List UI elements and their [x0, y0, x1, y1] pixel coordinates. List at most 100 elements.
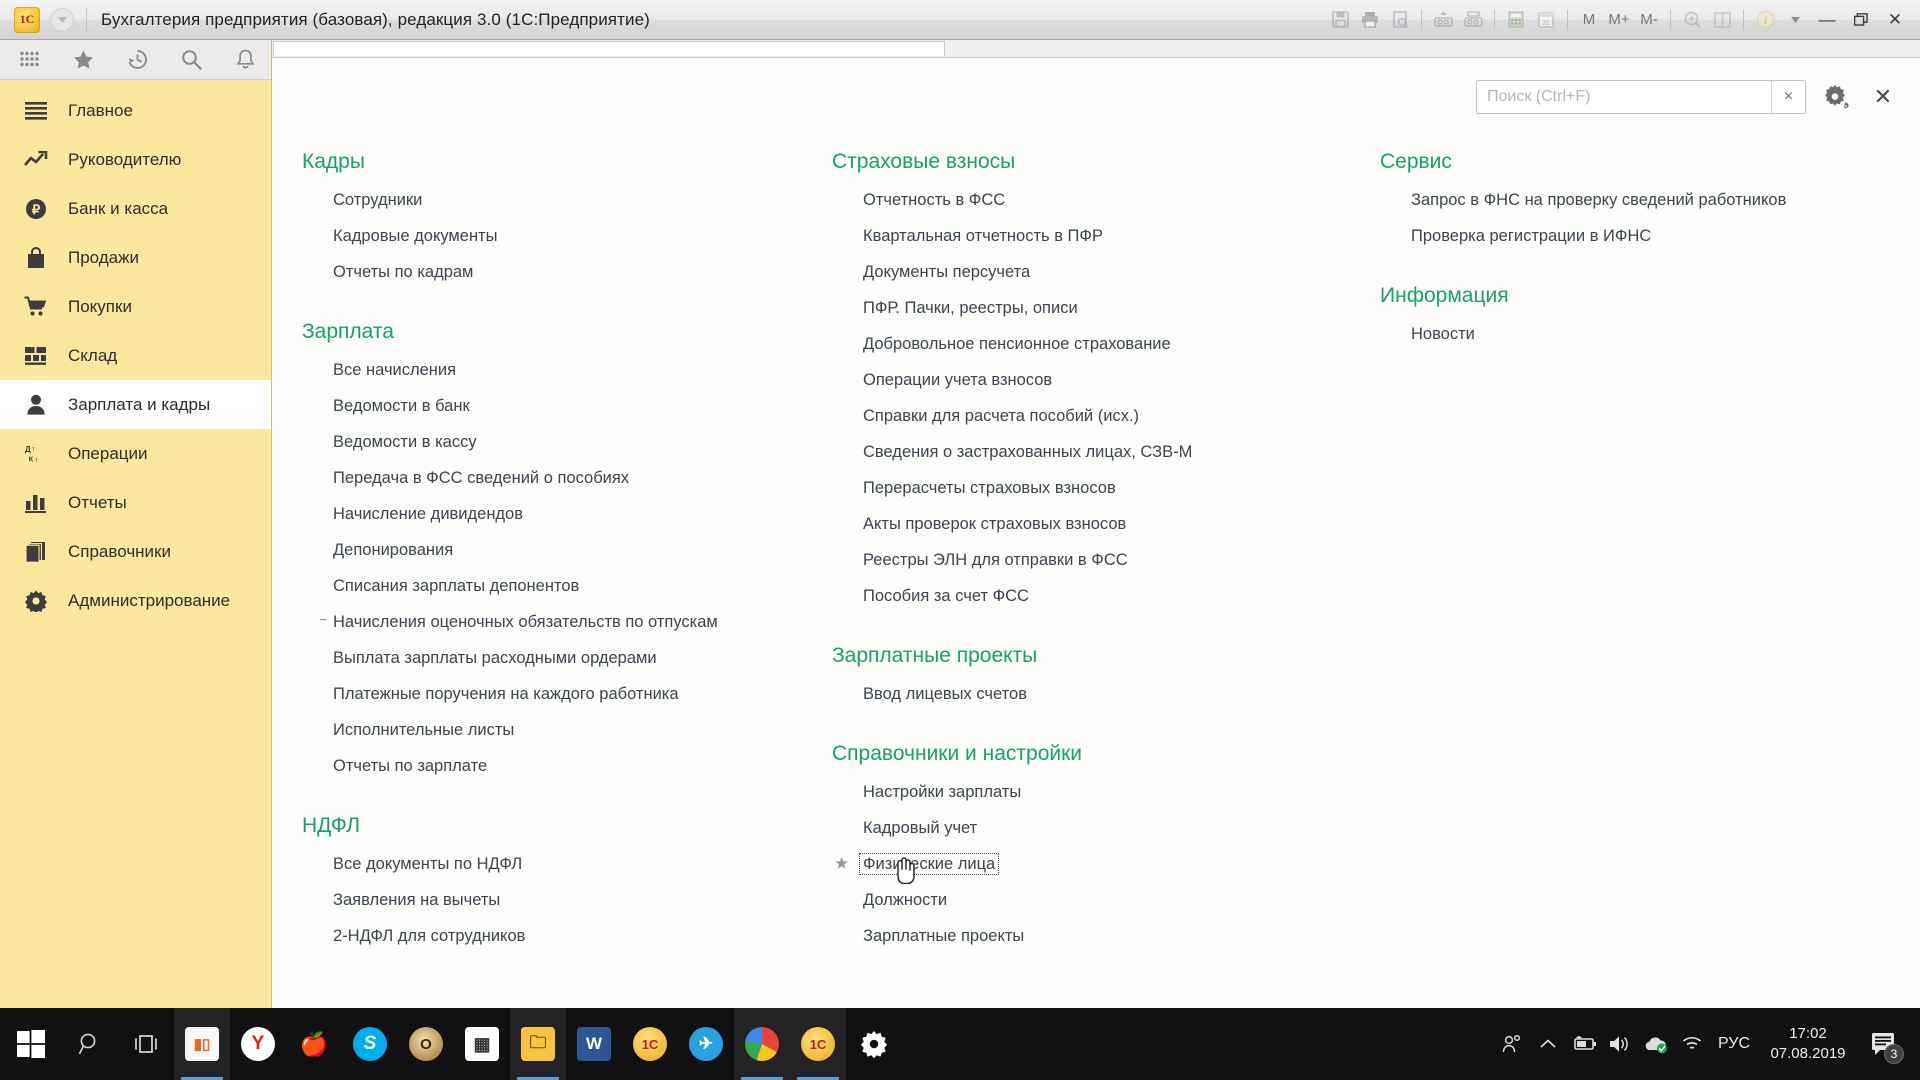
- show-hidden-chevron-icon[interactable]: [1530, 1008, 1566, 1080]
- link-row[interactable]: Настройки зарплаты: [860, 774, 1350, 810]
- link-row[interactable]: Исполнительные листы: [330, 712, 802, 748]
- nav-link[interactable]: Проверка регистрации в ИФНС: [1408, 226, 1654, 247]
- link-out-icon[interactable]: [1458, 5, 1488, 35]
- nav-link[interactable]: Сведения о застрахованных лицах, СЗВ-М: [860, 442, 1195, 463]
- nav-link[interactable]: Депонирования: [330, 540, 456, 561]
- taskbar-search-icon[interactable]: [62, 1008, 118, 1080]
- link-row[interactable]: Ведомости в кассу: [330, 424, 802, 460]
- sidebar-item-zarplata-i-kadry[interactable]: Зарплата и кадры: [0, 380, 271, 429]
- nav-link[interactable]: Отчеты по зарплате: [330, 756, 490, 777]
- link-row[interactable]: Отчеты по кадрам: [330, 254, 802, 290]
- link-row-fizicheskie-lica[interactable]: ★ Физические лица: [834, 846, 1350, 885]
- app-icon-opera[interactable]: O: [398, 1008, 454, 1080]
- favorite-star-icon[interactable]: ★: [834, 854, 849, 874]
- link-row[interactable]: Отчеты по зарплате: [330, 748, 802, 784]
- memory-subtract-button[interactable]: M-: [1634, 5, 1664, 35]
- nav-link[interactable]: Передача в ФСС сведений о пособиях: [330, 468, 632, 489]
- link-row[interactable]: Зарплатные проекты: [860, 918, 1350, 954]
- nav-link[interactable]: Запрос в ФНС на проверку сведений работн…: [1408, 190, 1789, 211]
- split-window-icon[interactable]: [1707, 5, 1737, 35]
- app-icon-yandex[interactable]: Y: [230, 1008, 286, 1080]
- link-row[interactable]: 2-НДФЛ для сотрудников: [330, 918, 802, 954]
- nav-link[interactable]: Кадровые документы: [330, 226, 500, 247]
- people-icon[interactable]: [1494, 1008, 1530, 1080]
- calendar-icon[interactable]: 31: [1531, 5, 1561, 35]
- nav-link[interactable]: Отчеты по кадрам: [330, 262, 476, 283]
- link-row[interactable]: Новости: [1408, 316, 1910, 352]
- link-row[interactable]: Отчетность в ФСС: [860, 182, 1350, 218]
- app-icon-1c-yellow[interactable]: 1С: [622, 1008, 678, 1080]
- search-icon[interactable]: [176, 45, 206, 75]
- nav-link[interactable]: Ведомости в банк: [330, 396, 473, 417]
- zoom-icon[interactable]: [1677, 5, 1707, 35]
- link-row[interactable]: Выплата зарплаты расходными ордерами: [330, 640, 802, 676]
- nav-link[interactable]: 2-НДФЛ для сотрудников: [330, 926, 528, 947]
- info-icon[interactable]: i: [1750, 5, 1780, 35]
- windows-start-icon[interactable]: [0, 1008, 62, 1080]
- nav-link[interactable]: Операции учета взносов: [860, 370, 1055, 391]
- nav-link[interactable]: Новости: [1408, 324, 1478, 345]
- sidebar-item-pokupki[interactable]: Покупки: [0, 282, 271, 331]
- clock[interactable]: 17:02 07.08.2019: [1758, 1008, 1858, 1080]
- print-icon[interactable]: [1355, 5, 1385, 35]
- nav-link[interactable]: Ввод лицевых счетов: [860, 684, 1030, 705]
- nav-link[interactable]: Физические лица: [858, 852, 1000, 876]
- link-row[interactable]: Ввод лицевых счетов: [860, 676, 1350, 712]
- wifi-icon[interactable]: [1674, 1008, 1710, 1080]
- sidebar-item-bank-i-kassa[interactable]: ₽ Банк и касса: [0, 184, 271, 233]
- nav-link[interactable]: Реестры ЭЛН для отправки в ФСС: [860, 550, 1131, 571]
- nav-link[interactable]: Сотрудники: [330, 190, 425, 211]
- nav-link[interactable]: Списания зарплаты депонентов: [330, 576, 582, 597]
- link-row[interactable]: Должности: [860, 882, 1350, 918]
- nav-link[interactable]: Документы персучета: [860, 262, 1033, 283]
- app-icon-calculator[interactable]: ▦: [454, 1008, 510, 1080]
- search-clear-button[interactable]: ×: [1771, 81, 1805, 113]
- onedrive-icon[interactable]: [1638, 1008, 1674, 1080]
- link-row[interactable]: Списания зарплаты депонентов: [330, 568, 802, 604]
- link-row[interactable]: Перерасчеты страховых взносов: [860, 470, 1350, 506]
- app-icon-telegram[interactable]: ✈: [678, 1008, 734, 1080]
- nav-link[interactable]: Кадровый учет: [860, 818, 980, 839]
- nav-link[interactable]: Отчетность в ФСС: [860, 190, 1008, 211]
- sidebar-item-glavnoe[interactable]: Главное: [0, 86, 271, 135]
- task-view-icon[interactable]: [118, 1008, 174, 1080]
- sidebar-item-otchety[interactable]: Отчеты: [0, 478, 271, 527]
- nav-link[interactable]: Справки для расчета пособий (исх.): [860, 406, 1142, 427]
- link-row[interactable]: Добровольное пенсионное страхование: [860, 326, 1350, 362]
- info-dropdown-icon[interactable]: [1780, 5, 1810, 35]
- nav-link[interactable]: Перерасчеты страховых взносов: [860, 478, 1119, 499]
- link-row[interactable]: ПФР. Пачки, реестры, описи: [860, 290, 1350, 326]
- restore-button[interactable]: [1844, 5, 1878, 35]
- link-row[interactable]: Депонирования: [330, 532, 802, 568]
- link-row[interactable]: Ведомости в банк: [330, 388, 802, 424]
- link-row[interactable]: Платежные поручения на каждого работника: [330, 676, 802, 712]
- sidebar-item-spravochniki[interactable]: Справочники: [0, 527, 271, 576]
- app-icon-explorer[interactable]: 🗀: [510, 1008, 566, 1080]
- nav-link[interactable]: Заявления на вычеты: [330, 890, 503, 911]
- app-icon-settings-gear[interactable]: [846, 1008, 902, 1080]
- link-row[interactable]: Запрос в ФНС на проверку сведений работн…: [1408, 182, 1910, 218]
- link-row[interactable]: Квартальная отчетность в ПФР: [860, 218, 1350, 254]
- save-icon[interactable]: [1325, 5, 1355, 35]
- active-tab[interactable]: [273, 41, 945, 56]
- link-in-icon[interactable]: [1428, 5, 1458, 35]
- link-row[interactable]: Начисления оценочных обязательств по отп…: [320, 604, 802, 640]
- link-row[interactable]: Кадровые документы: [330, 218, 802, 254]
- link-row[interactable]: Все документы по НДФЛ: [330, 846, 802, 882]
- sidebar-item-operacii[interactable]: Дт Кт Операции: [0, 429, 271, 478]
- link-row[interactable]: Сотрудники: [330, 182, 802, 218]
- battery-icon[interactable]: [1566, 1008, 1602, 1080]
- memory-add-button[interactable]: M+: [1604, 5, 1634, 35]
- nav-link[interactable]: Исполнительные листы: [330, 720, 517, 741]
- app-icon-apple[interactable]: 🍎: [286, 1008, 342, 1080]
- link-row[interactable]: Сведения о застрахованных лицах, СЗВ-М: [860, 434, 1350, 470]
- language-indicator[interactable]: РУС: [1710, 1008, 1758, 1080]
- nav-link[interactable]: Зарплатные проекты: [860, 926, 1027, 947]
- memory-recall-button[interactable]: M: [1574, 5, 1604, 35]
- nav-link[interactable]: Пособия за счет ФСС: [860, 586, 1032, 607]
- link-row[interactable]: Проверка регистрации в ИФНС: [1408, 218, 1910, 254]
- sidebar-item-administrirovanie[interactable]: Администрирование: [0, 576, 271, 625]
- close-button[interactable]: ✕: [1878, 5, 1912, 35]
- nav-link[interactable]: Все начисления: [330, 360, 459, 381]
- link-row[interactable]: Кадровый учет: [860, 810, 1350, 846]
